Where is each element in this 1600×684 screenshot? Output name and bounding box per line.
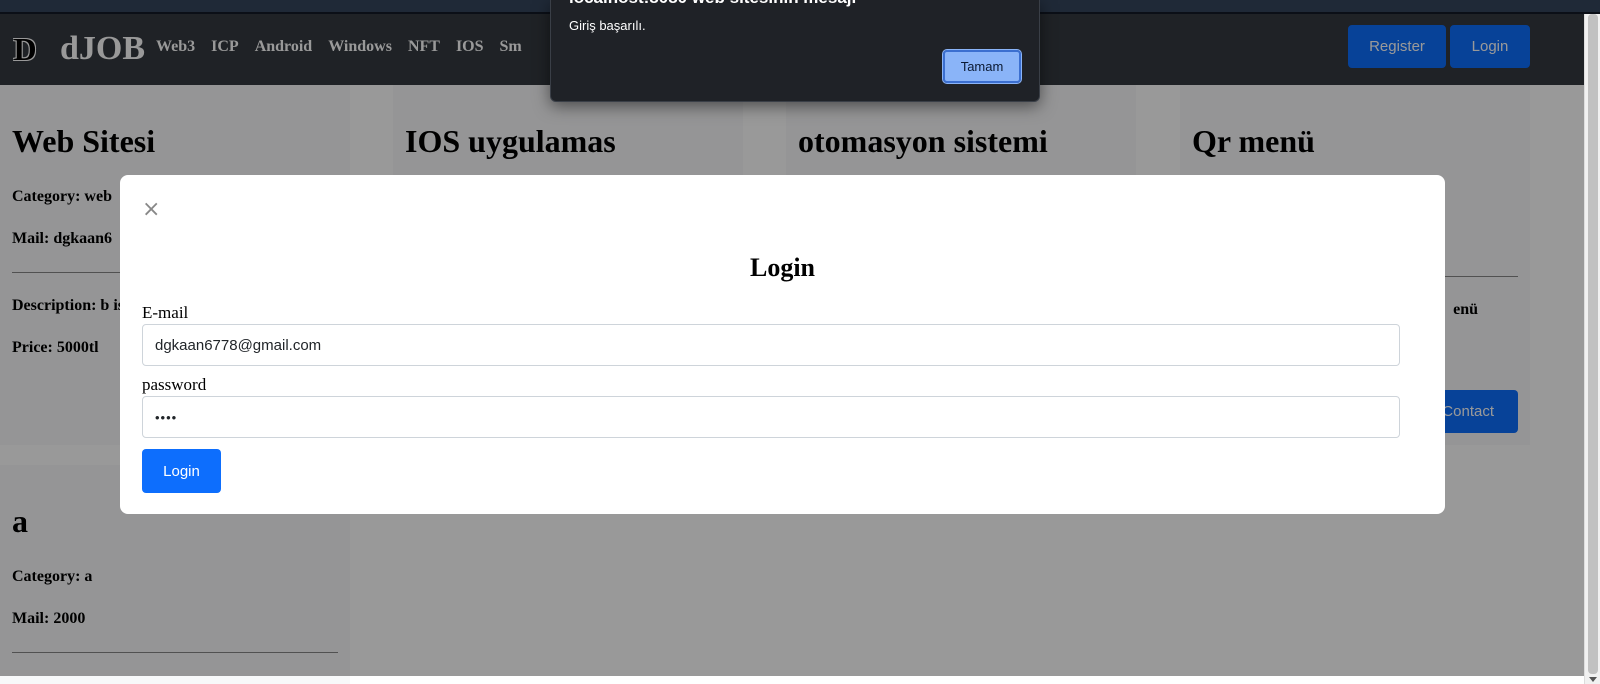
- alert-message: Giriş başarılı.: [569, 18, 646, 33]
- login-modal: × Login E-mail password Login: [120, 175, 1445, 514]
- scrollbar-thumb[interactable]: [1588, 14, 1598, 674]
- email-label: E-mail: [142, 303, 189, 322]
- scroll-down-arrow-icon[interactable]: [1589, 677, 1597, 682]
- browser-alert-dialog: localhost:8080 web sitesinin mesajı Giri…: [550, 0, 1040, 102]
- password-label: password: [142, 375, 207, 394]
- alert-ok-button[interactable]: Tamam: [942, 49, 1022, 84]
- alert-title: localhost:8080 web sitesinin mesajı: [569, 0, 856, 8]
- submit-login-button[interactable]: Login: [142, 449, 221, 493]
- password-field[interactable]: [142, 396, 1400, 438]
- modal-title: Login: [749, 253, 816, 282]
- email-field[interactable]: [142, 324, 1400, 366]
- close-icon[interactable]: ×: [142, 197, 160, 222]
- scrollbar[interactable]: [1584, 14, 1600, 684]
